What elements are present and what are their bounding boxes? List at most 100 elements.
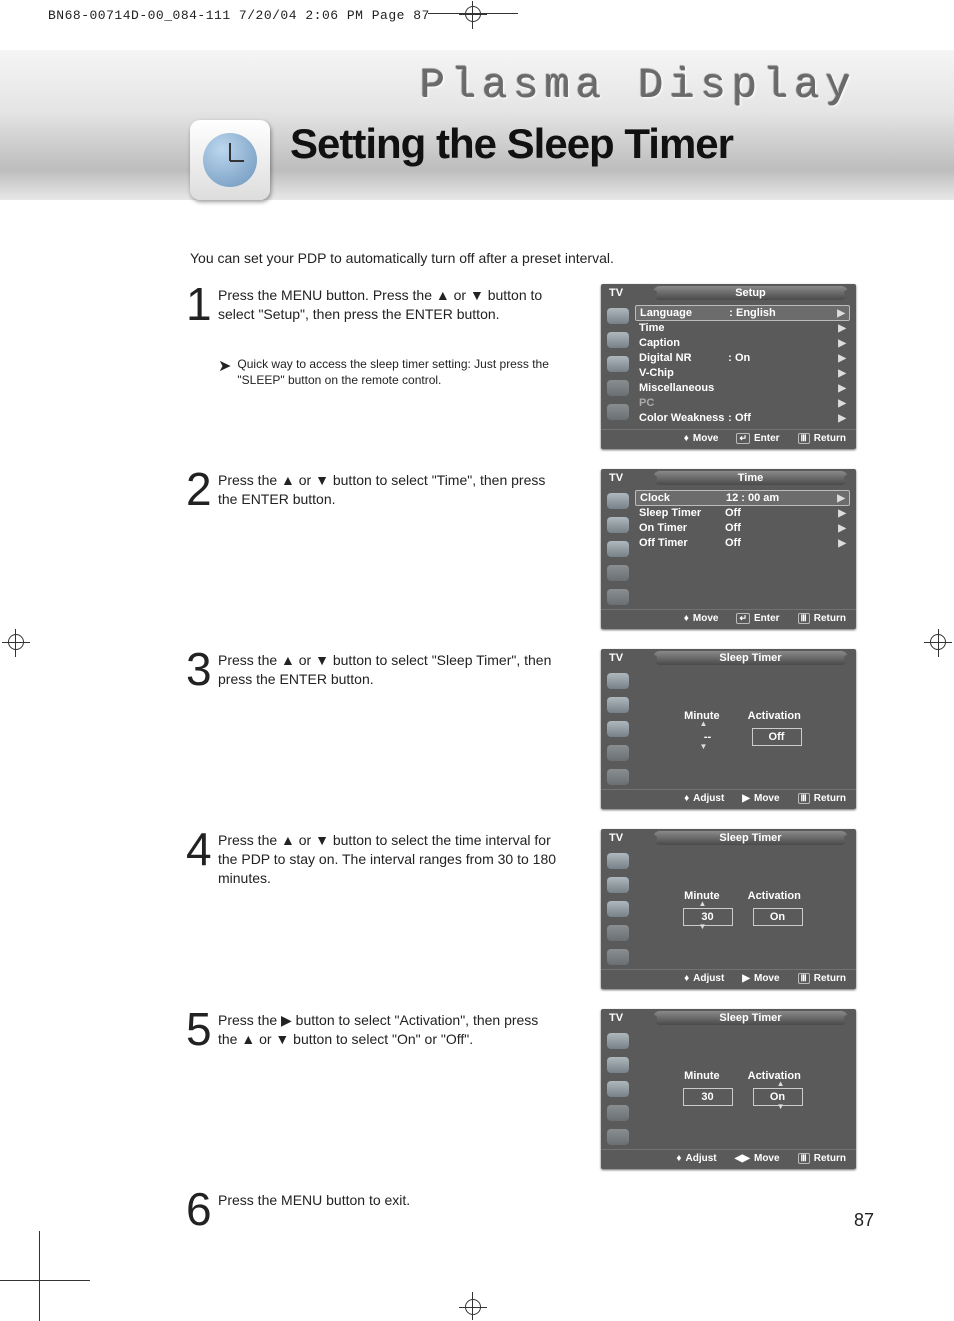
osd-row-digital-nr[interactable]: Digital NR : On ▶	[635, 351, 850, 365]
osd-footer: ♦Move ↵Enter ⅢReturn	[601, 609, 856, 629]
minute-value[interactable]: 30	[683, 908, 733, 926]
intro-text: You can set your PDP to automatically tu…	[190, 250, 614, 266]
enter-icon: ↵	[736, 433, 750, 444]
return-icon: Ⅲ	[798, 433, 810, 444]
osd-menu-list: Clock 12 : 00 am ▶ Sleep Timer Off ▶ On …	[635, 491, 850, 605]
chevron-right-icon: ▶	[838, 538, 846, 549]
step-number: 6	[186, 1189, 216, 1230]
steps-container: 1 Press the MENU button. Press the ▲ or …	[186, 284, 856, 1250]
osd-cat-icon	[607, 877, 629, 893]
osd-row-label: Color Weakness	[639, 412, 725, 424]
footer-return: Return	[814, 973, 846, 984]
step-instruction: Press the MENU button. Press the ▲ or ▼ …	[218, 287, 542, 322]
osd-row-language[interactable]: Language : English ▶	[635, 305, 850, 321]
sleep-timer-panel: Minute Activation ▲▼ 30 On	[635, 851, 850, 965]
step-number: 4	[186, 829, 216, 870]
osd-cat-icon	[607, 404, 629, 420]
osd-sleep-timer: TV Sleep Timer Minute Activation	[601, 1009, 856, 1169]
chevron-right-icon: ▶	[837, 308, 845, 319]
osd-setup: TV Setup Language :	[601, 284, 856, 449]
footer-adjust: Adjust	[693, 973, 724, 984]
chevron-right-icon: ▶	[838, 338, 846, 349]
osd-cat-icon	[607, 1081, 629, 1097]
footer-return: Return	[814, 433, 846, 444]
clock-icon	[190, 120, 270, 200]
minute-value[interactable]: 30	[683, 1088, 733, 1106]
osd-sleep-timer: TV Sleep Timer Minute Activation	[601, 649, 856, 809]
quick-tip: ➤ Quick way to access the sleep timer se…	[218, 356, 558, 388]
footer-enter: Enter	[754, 433, 780, 444]
step-1: 1 Press the MENU button. Press the ▲ or …	[186, 284, 856, 449]
osd-row-value: 12 : 00 am	[726, 492, 837, 504]
activation-value[interactable]: Off	[752, 728, 802, 746]
header-slug: BN68-00714D-00_084-111 7/20/04 2:06 PM P…	[48, 8, 430, 23]
osd-footer: ♦Adjust ▶Move ⅢReturn	[601, 789, 856, 809]
reg-cross	[2, 642, 30, 643]
step-number: 3	[186, 649, 216, 690]
minute-label: Minute	[684, 1070, 719, 1082]
osd-footer: ♦Adjust ▶Move ⅢReturn	[601, 969, 856, 989]
sleep-timer-panel: Minute Activation 30 On ▲▼	[635, 1031, 850, 1145]
step-text: Press the MENU button. Press the ▲ or ▼ …	[218, 284, 558, 388]
activation-value[interactable]: On	[753, 908, 803, 926]
osd-row-time[interactable]: Time ▶	[635, 321, 850, 335]
osd-icon-column	[607, 671, 635, 785]
updown-icon: ♦	[684, 433, 689, 444]
chevron-right-icon: ▶	[838, 353, 846, 364]
osd-cat-icon	[607, 769, 629, 785]
osd-row-vchip[interactable]: V-Chip ▶	[635, 366, 850, 380]
footer-adjust: Adjust	[685, 1153, 716, 1164]
brand-text: Plasma Display	[420, 62, 857, 110]
osd-row-color-weakness[interactable]: Color Weakness : Off ▶	[635, 411, 850, 425]
updown-arrows-icon: ▲▼	[699, 899, 707, 931]
osd-icon-column	[607, 306, 635, 425]
sleep-timer-panel: Minute Activation ▲▼ -- Off	[635, 671, 850, 785]
osd-row-label: Off Timer	[639, 537, 725, 549]
osd-cat-icon	[607, 517, 629, 533]
chevron-right-icon: ▶	[838, 508, 846, 519]
osd-row-pc: PC ▶	[635, 396, 850, 410]
osd-time: TV Time Clock 12 : 00 am	[601, 469, 856, 629]
step-text: Press the ▲ or ▼ button to select "Time"…	[218, 469, 558, 509]
osd-cat-icon	[607, 380, 629, 396]
osd-row-off-timer[interactable]: Off Timer Off ▶	[635, 536, 850, 550]
osd-row-value: Off	[735, 412, 838, 424]
osd-cat-icon	[607, 1129, 629, 1145]
updown-icon: ♦	[684, 793, 689, 804]
footer-move: Move	[754, 793, 780, 804]
manual-page: BN68-00714D-00_084-111 7/20/04 2:06 PM P…	[0, 0, 954, 1321]
reg-cross	[15, 629, 16, 657]
updown-icon: ♦	[676, 1153, 681, 1164]
footer-enter: Enter	[754, 613, 780, 624]
chevron-right-icon: ▶	[838, 398, 846, 409]
osd-tv-label: TV	[601, 832, 631, 844]
footer-move: Move	[754, 973, 780, 984]
chevron-right-icon: ▶	[838, 413, 846, 424]
osd-row-label: Digital NR	[639, 352, 725, 364]
osd-row-misc[interactable]: Miscellaneous ▶	[635, 381, 850, 395]
chevron-right-icon: ▶	[838, 383, 846, 394]
osd-cat-icon	[607, 1057, 629, 1073]
osd-row-label: Miscellaneous	[639, 382, 725, 394]
osd-row-on-timer[interactable]: On Timer Off ▶	[635, 521, 850, 535]
updown-icon: ♦	[684, 613, 689, 624]
crop-mark	[39, 1231, 40, 1321]
osd-row-label: Sleep Timer	[639, 507, 725, 519]
osd-sleep-timer: TV Sleep Timer Minute Activation	[601, 829, 856, 989]
activation-label: Activation	[748, 710, 801, 722]
chevron-right-icon: ▶	[837, 493, 845, 504]
osd-row-label: PC	[639, 397, 725, 409]
osd-row-label: Clock	[640, 492, 726, 504]
step-number: 1	[186, 284, 216, 325]
osd-row-caption[interactable]: Caption ▶	[635, 336, 850, 350]
osd-cat-icon	[607, 493, 629, 509]
minute-value[interactable]: --	[684, 729, 732, 745]
step-number: 5	[186, 1009, 216, 1050]
updown-arrows-icon: ▲▼	[700, 719, 708, 751]
page-title: Setting the Sleep Timer	[290, 120, 733, 168]
osd-row-clock[interactable]: Clock 12 : 00 am ▶	[635, 490, 850, 506]
footer-move: Move	[693, 433, 719, 444]
osd-title: Setup	[653, 286, 848, 300]
osd-row-sleep-timer[interactable]: Sleep Timer Off ▶	[635, 506, 850, 520]
osd-row-label: Language	[640, 307, 726, 319]
